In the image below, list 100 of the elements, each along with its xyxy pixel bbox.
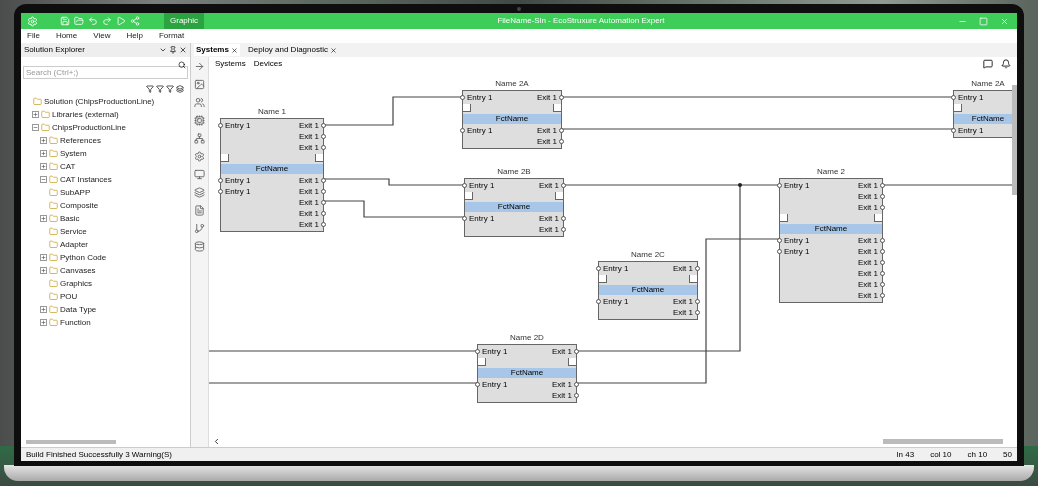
monitor-icon[interactable]	[194, 169, 205, 180]
collapse-toggle-icon[interactable]	[40, 176, 47, 183]
expand-toggle-icon[interactable]	[40, 163, 47, 170]
scroll-left-icon[interactable]	[212, 437, 221, 446]
block-title: Name 2B	[496, 167, 532, 177]
image-icon[interactable]	[194, 79, 205, 90]
exit-label: Exit 1	[858, 257, 878, 268]
branch-icon[interactable]	[194, 223, 205, 234]
layers-icon[interactable]	[176, 84, 184, 93]
collapse-toggle-icon[interactable]	[32, 124, 39, 131]
tree-item[interactable]: Function	[60, 317, 91, 328]
function-band: FctName	[463, 114, 561, 124]
save-icon[interactable]	[60, 16, 70, 26]
share-icon[interactable]	[130, 16, 140, 26]
close-icon[interactable]	[230, 46, 238, 54]
tree-item[interactable]: Solution (ChipsProductionLine)	[44, 96, 155, 107]
menu-item[interactable]: Home	[55, 30, 78, 42]
port-icon	[880, 260, 885, 265]
tree-item[interactable]: Python Code	[60, 252, 107, 263]
menu-item[interactable]: Help	[126, 30, 143, 42]
tree-item[interactable]: CAT Instances	[60, 174, 112, 185]
port-icon	[321, 189, 326, 194]
tree-item[interactable]: ChipsProductionLine	[52, 122, 126, 133]
expand-toggle-icon[interactable]	[40, 215, 47, 222]
comment-icon[interactable]	[983, 59, 993, 69]
function-block[interactable]: Entry 1 Exit 1 Exit 1 Exit 1 FctName Entry 1 Exit 1 Entry 1 Exit 1 Exit 1 Exit 1 Exit 1 Exit 1	[779, 178, 883, 303]
search-field[interactable]: Search (Ctrl+;)	[23, 66, 188, 79]
expand-toggle-icon[interactable]	[40, 319, 47, 326]
port-icon	[218, 123, 223, 128]
expand-toggle-icon[interactable]	[32, 111, 39, 118]
exit-label: Exit 1	[552, 390, 572, 401]
arrow-icon[interactable]	[194, 61, 205, 72]
layers-icon[interactable]	[194, 187, 205, 198]
dropdown-icon[interactable]	[159, 46, 167, 54]
folder-icon	[49, 201, 58, 210]
gear-icon[interactable]	[194, 151, 205, 162]
port-icon	[561, 227, 566, 232]
tree-item[interactable]: Service	[60, 226, 87, 237]
tree-item[interactable]: Canvases	[60, 265, 96, 276]
tree-item[interactable]: Graphics	[60, 278, 92, 289]
pin-icon[interactable]	[169, 46, 177, 54]
bell-icon[interactable]	[1001, 59, 1011, 69]
expand-toggle-icon[interactable]	[40, 254, 47, 261]
filter-icon[interactable]	[166, 84, 174, 93]
port-icon	[880, 293, 885, 298]
function-block[interactable]: Entry 1 Exit 1 FctName Entry 1 Exit 1 Exit 1	[464, 178, 564, 237]
port-icon	[321, 200, 326, 205]
folder-icon	[41, 123, 50, 132]
breadcrumb-item[interactable]: Systems	[215, 58, 246, 70]
tree-item[interactable]: System	[60, 148, 87, 159]
chip-icon[interactable]	[194, 115, 205, 126]
filter-icon[interactable]	[146, 84, 154, 93]
tree-item[interactable]: Adapter	[60, 239, 89, 250]
close-icon[interactable]	[329, 46, 337, 54]
menu-item[interactable]: Format	[158, 30, 185, 42]
expand-toggle-icon[interactable]	[40, 150, 47, 157]
port-icon	[574, 349, 579, 354]
exit-label: Exit 1	[537, 136, 557, 147]
block-title: Name 2A	[970, 79, 1006, 89]
filter-icon[interactable]	[156, 84, 164, 93]
exit-label: Exit 1	[537, 92, 557, 103]
horizontal-scrollbar[interactable]	[883, 439, 1003, 444]
tree-item[interactable]: CAT	[60, 161, 76, 172]
function-block[interactable]: Entry 1 Exit 1 FctName Entry 1 Exit 1 Exit 1	[598, 261, 698, 320]
tree-item[interactable]: Composite	[60, 200, 99, 211]
expand-toggle-icon[interactable]	[40, 137, 47, 144]
tree-item[interactable]: SubAPP	[60, 187, 91, 198]
tree-item[interactable]: References	[60, 135, 101, 146]
breadcrumb-item[interactable]: Devices	[253, 58, 283, 70]
menu-item[interactable]: File	[27, 30, 40, 42]
editor-tab[interactable]: Deploy and Diagnostic	[245, 44, 339, 56]
network-icon[interactable]	[194, 133, 205, 144]
document-icon[interactable]	[194, 205, 205, 216]
status-message: Build Finished Successfully 3 Warning(S)	[26, 448, 173, 461]
port-icon	[777, 238, 782, 243]
entry-label: Entry 1	[784, 235, 810, 246]
users-icon[interactable]	[194, 97, 205, 108]
close-icon[interactable]	[179, 46, 187, 54]
expand-toggle-icon[interactable]	[40, 306, 47, 313]
function-block[interactable]: Entry 1 Exit 1 FctName Entry 1 Exit 1 Exit 1	[477, 344, 577, 403]
expand-toggle-icon[interactable]	[40, 267, 47, 274]
horizontal-scrollbar[interactable]	[26, 440, 116, 444]
tree-item[interactable]: Data Type	[60, 304, 97, 315]
port-icon	[951, 128, 956, 133]
port-icon	[321, 123, 326, 128]
entry-label: Entry 1	[467, 92, 493, 103]
logo-icon	[27, 15, 38, 27]
vertical-scrollbar[interactable]	[1012, 85, 1017, 195]
exit-label: Exit 1	[673, 263, 693, 274]
menu-item[interactable]: View	[93, 30, 111, 42]
function-block[interactable]: Entry 1 Exit 1 FctName Entry 1 Exit 1 Exit 1	[462, 90, 562, 149]
database-icon[interactable]	[194, 241, 205, 252]
editor-tab[interactable]: Systems	[194, 44, 240, 56]
exit-label: Exit 1	[858, 235, 878, 246]
tree-item[interactable]: Basic	[60, 213, 80, 224]
function-block[interactable]: Entry 1 Exit 1 Exit 1 Exit 1 FctName Entry 1 Exit 1 Entry 1 Exit 1 Exit 1 Exit 1 Exit 1	[220, 118, 324, 232]
tree-item[interactable]: Libraries (external)	[52, 109, 119, 120]
tree-item[interactable]: POU	[60, 291, 78, 302]
panel-title: Solution Explorer	[24, 44, 86, 56]
block-notch	[874, 214, 882, 222]
